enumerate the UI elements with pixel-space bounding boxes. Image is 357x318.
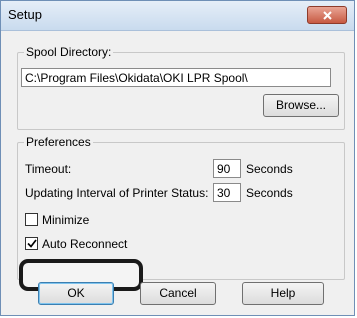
auto-reconnect-checkbox[interactable] bbox=[25, 237, 38, 250]
window-title: Setup bbox=[8, 7, 42, 22]
minimize-label: Minimize bbox=[42, 213, 90, 227]
dialog-body: Spool Directory: C:\Program Files\Okidat… bbox=[1, 31, 354, 315]
auto-reconnect-label: Auto Reconnect bbox=[42, 237, 128, 251]
spool-directory-label: Spool Directory: bbox=[26, 45, 112, 59]
checkmark-icon bbox=[27, 239, 37, 248]
close-icon bbox=[323, 11, 332, 20]
setup-dialog: Setup Spool Directory: C:\Program Files\… bbox=[0, 0, 355, 316]
update-interval-input[interactable]: 30 bbox=[213, 183, 241, 202]
timeout-unit-label: Seconds bbox=[246, 162, 293, 176]
title-bar[interactable]: Setup bbox=[1, 1, 354, 31]
close-button[interactable] bbox=[307, 6, 347, 24]
timeout-label: Timeout: bbox=[25, 162, 72, 176]
minimize-checkbox[interactable] bbox=[25, 213, 38, 226]
cancel-button[interactable]: Cancel bbox=[140, 282, 216, 305]
spool-directory-group: Spool Directory: bbox=[17, 45, 345, 130]
update-interval-label: Updating Interval of Printer Status: bbox=[25, 186, 209, 200]
help-button[interactable]: Help bbox=[242, 282, 324, 305]
spool-directory-input[interactable]: C:\Program Files\Okidata\OKI LPR Spool\ bbox=[21, 68, 331, 87]
timeout-input[interactable]: 90 bbox=[213, 159, 241, 178]
preferences-label: Preferences bbox=[26, 135, 91, 149]
browse-button[interactable]: Browse... bbox=[263, 94, 339, 117]
update-interval-unit-label: Seconds bbox=[246, 186, 293, 200]
ok-button[interactable]: OK bbox=[38, 282, 114, 305]
